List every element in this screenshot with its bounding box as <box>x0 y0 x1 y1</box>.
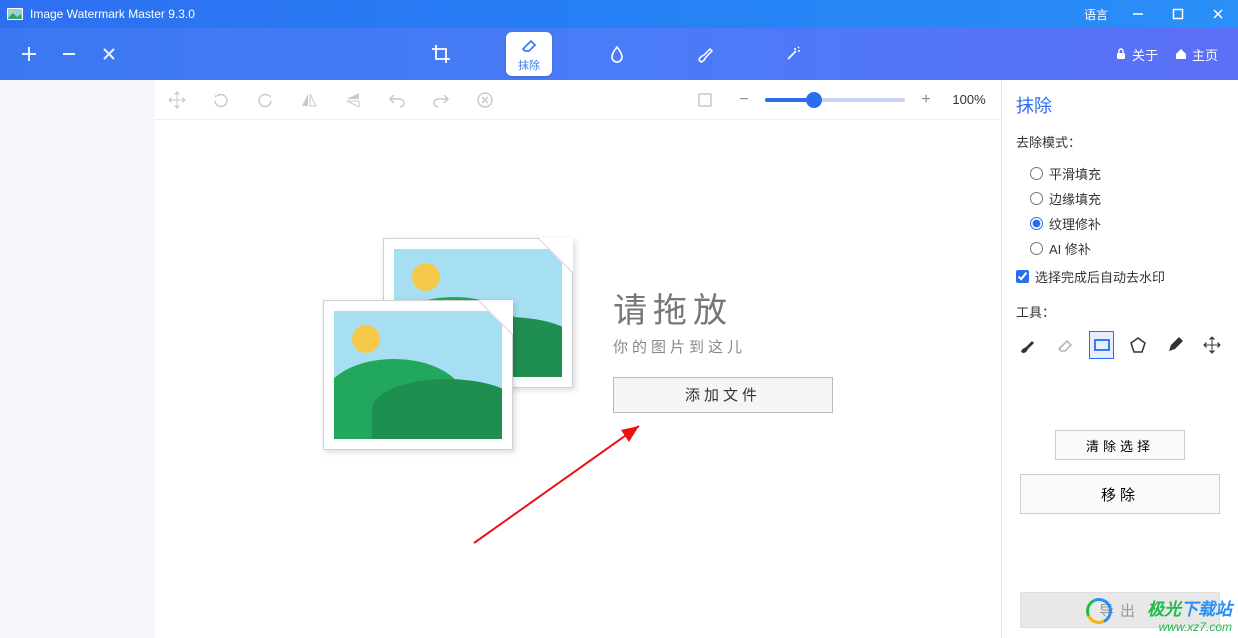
move-tool-icon[interactable] <box>165 88 189 112</box>
radio-smooth[interactable]: 平滑填充 <box>1016 161 1224 186</box>
language-menu[interactable]: 语言 <box>1084 6 1108 23</box>
mode-wand[interactable] <box>770 32 816 76</box>
mode-brush[interactable] <box>682 32 728 76</box>
home-icon <box>1174 47 1188 61</box>
about-label: 关于 <box>1132 45 1158 64</box>
zoom-percent: 100% <box>947 92 991 107</box>
lock-icon <box>1114 47 1128 61</box>
mode-crop[interactable] <box>418 32 464 76</box>
rotate-right-icon[interactable] <box>253 88 277 112</box>
add-tab-button[interactable] <box>18 43 40 65</box>
drop-zone[interactable]: 请拖放 你的图片到这儿 添加文件 <box>155 120 1001 638</box>
home-label: 主页 <box>1192 45 1218 64</box>
side-heading: 抹除 <box>1016 92 1224 118</box>
title-bar: Image Watermark Master 9.3.0 语言 <box>0 0 1238 28</box>
radio-edge[interactable]: 边缘填充 <box>1016 186 1224 211</box>
minimize-button[interactable] <box>1118 0 1158 28</box>
workspace: − + 100% 请拖放 你的图片到这儿 添加文件 <box>0 80 1238 638</box>
close-tab-button[interactable] <box>98 43 120 65</box>
zoom-slider[interactable] <box>765 98 905 102</box>
maximize-button[interactable] <box>1158 0 1198 28</box>
eraser-icon <box>519 35 539 55</box>
crop-icon <box>431 44 451 64</box>
image-placeholder-icon <box>323 238 583 458</box>
undo-icon[interactable] <box>385 88 409 112</box>
radio-ai[interactable]: AI 修补 <box>1016 236 1224 261</box>
mode-erase[interactable]: 抹除 <box>506 32 552 76</box>
delete-icon[interactable] <box>473 88 497 112</box>
droplet-icon <box>607 44 627 64</box>
clear-selection-button[interactable]: 清除选择 <box>1055 430 1185 460</box>
home-link[interactable]: 主页 <box>1174 45 1218 64</box>
drop-subtitle: 你的图片到这儿 <box>613 336 833 357</box>
canvas-toolbar: − + 100% <box>155 80 1001 120</box>
brush-icon <box>695 44 715 64</box>
app-title: Image Watermark Master 9.3.0 <box>30 7 195 21</box>
side-panel: 抹除 去除模式： 平滑填充 边缘填充 纹理修补 AI 修补 选择完成后自动去水印… <box>1002 80 1238 638</box>
export-button[interactable]: 导出 <box>1020 592 1220 628</box>
top-nav: 抹除 关于 主页 <box>0 28 1238 80</box>
radio-texture[interactable]: 纹理修补 <box>1016 211 1224 236</box>
mode-droplet[interactable] <box>594 32 640 76</box>
close-button[interactable] <box>1198 0 1238 28</box>
about-link[interactable]: 关于 <box>1114 45 1158 64</box>
tool-move-icon[interactable] <box>1199 331 1224 359</box>
app-logo-icon <box>6 5 24 23</box>
zoom-in-button[interactable]: + <box>915 89 937 111</box>
minimize-tab-button[interactable] <box>58 43 80 65</box>
flip-h-icon[interactable] <box>297 88 321 112</box>
tool-eraser-icon[interactable] <box>1053 331 1078 359</box>
tool-pen-icon[interactable] <box>1163 331 1188 359</box>
mode-erase-label: 抹除 <box>518 57 540 73</box>
drop-title: 请拖放 <box>613 283 833 332</box>
tool-brush-icon[interactable] <box>1016 331 1041 359</box>
wand-icon <box>783 44 803 64</box>
add-file-button[interactable]: 添加文件 <box>613 377 833 413</box>
flip-v-icon[interactable] <box>341 88 365 112</box>
fit-icon[interactable] <box>693 88 717 112</box>
tool-rectangle-icon[interactable] <box>1089 331 1114 359</box>
left-strip <box>0 80 155 638</box>
tools-section-label: 工具： <box>1016 302 1224 321</box>
auto-remove-checkbox[interactable]: 选择完成后自动去水印 <box>1016 261 1224 292</box>
rotate-left-icon[interactable] <box>209 88 233 112</box>
tool-polygon-icon[interactable] <box>1126 331 1151 359</box>
mode-section-label: 去除模式： <box>1016 132 1224 151</box>
zoom-out-button[interactable]: − <box>733 89 755 111</box>
remove-button[interactable]: 移除 <box>1020 474 1220 514</box>
redo-icon[interactable] <box>429 88 453 112</box>
canvas-area: − + 100% 请拖放 你的图片到这儿 添加文件 <box>155 80 1002 638</box>
